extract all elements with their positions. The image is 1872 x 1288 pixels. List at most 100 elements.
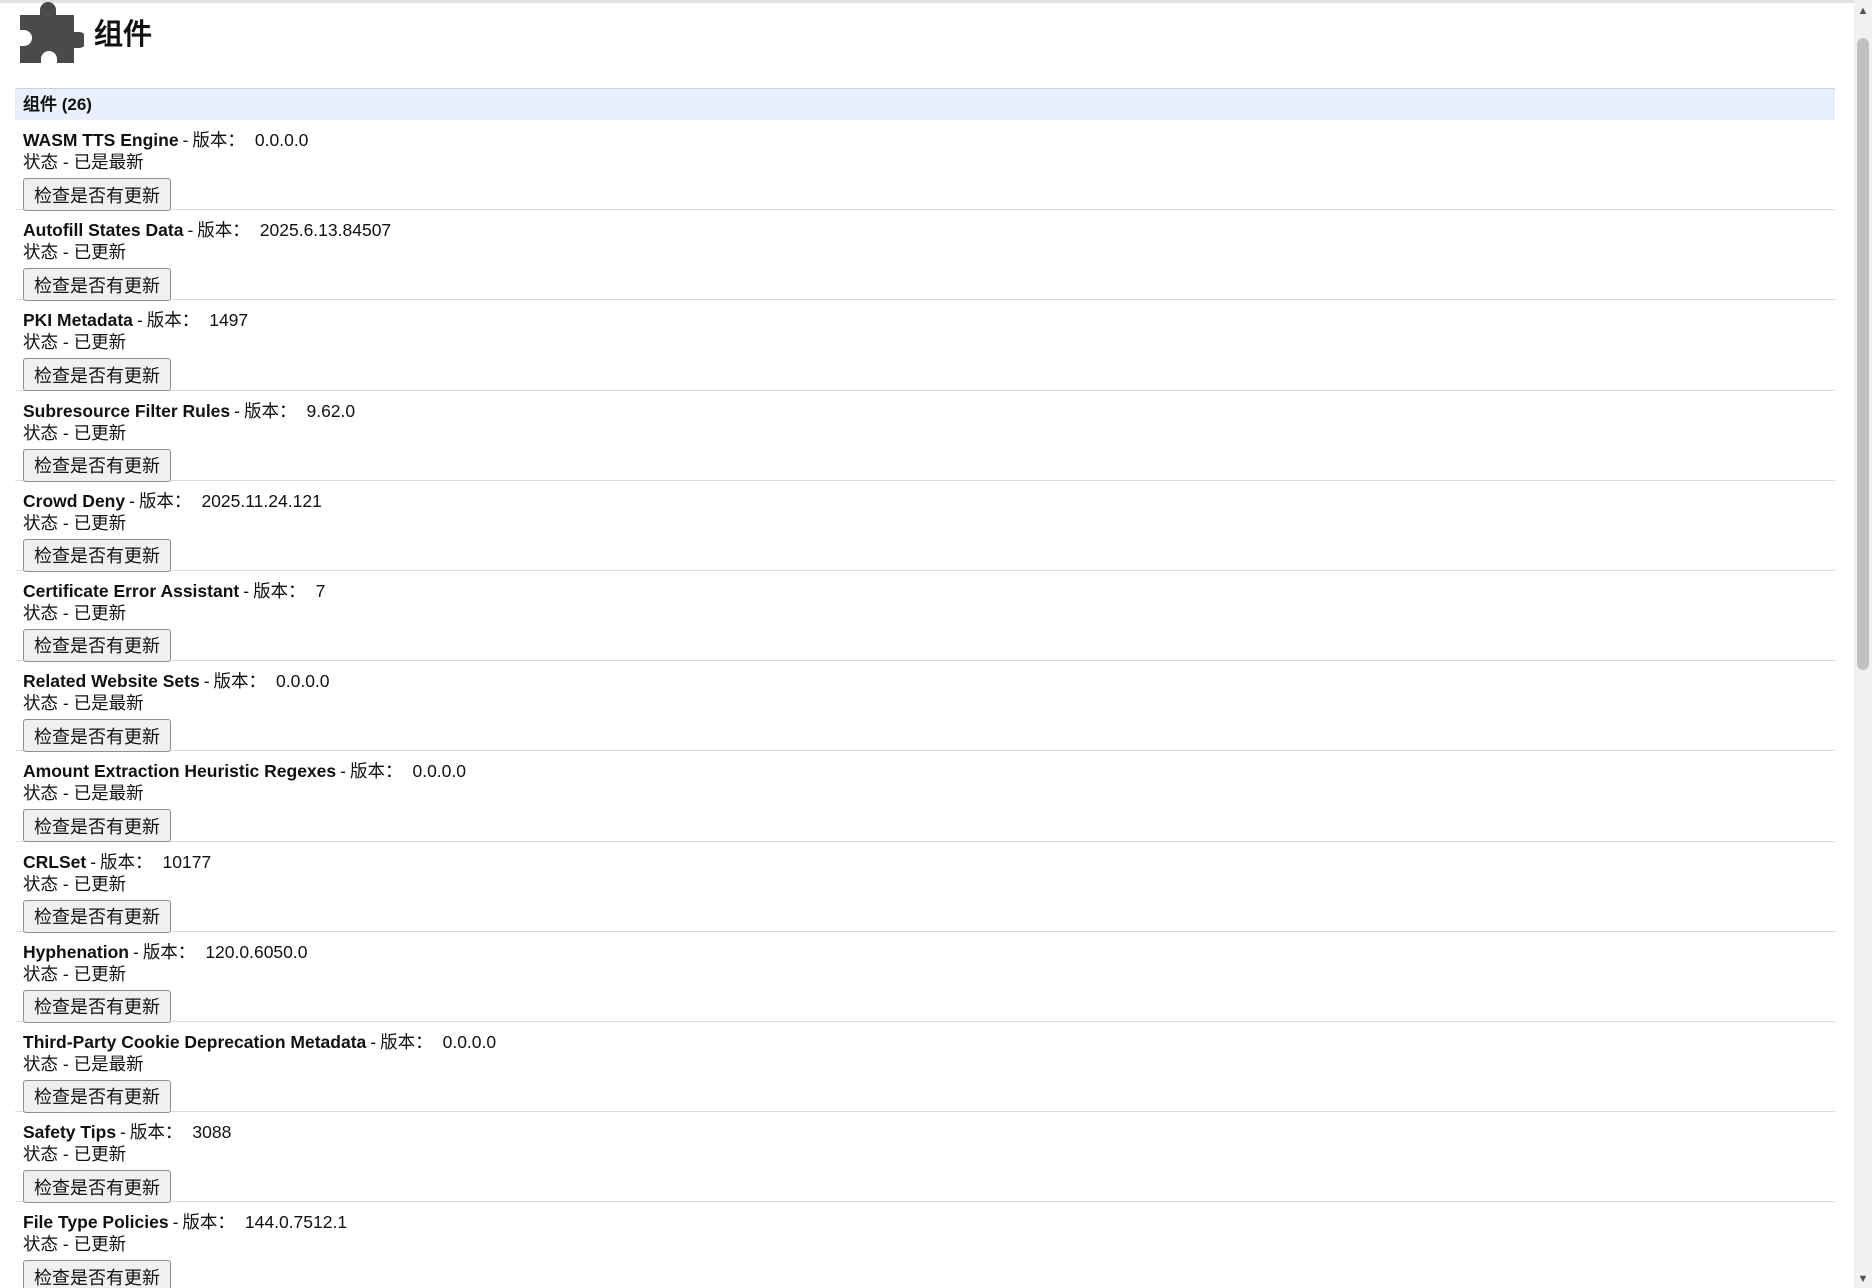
- component-status: 已更新: [73, 332, 127, 353]
- component-title-line: PKI Metadata - 版本： 1497: [23, 309, 1835, 331]
- status-prefix: 状态 -: [23, 1053, 69, 1074]
- component-title-line: WASM TTS Engine - 版本： 0.0.0.0: [23, 129, 1835, 151]
- component-name: Related Website Sets: [23, 671, 200, 692]
- component-title-line: Certificate Error Assistant - 版本： 7: [23, 580, 1835, 602]
- version-label: 版本：: [182, 1212, 235, 1233]
- version-label: 版本：: [197, 220, 250, 241]
- component-version: 0.0.0.0: [442, 1031, 497, 1052]
- component-status-line: 状态 - 已是最新: [23, 151, 1835, 174]
- component-name: Amount Extraction Heuristic Regexes: [23, 761, 337, 782]
- component-version: 0.0.0.0: [276, 671, 330, 692]
- component-title-line: Safety Tips - 版本： 3088: [23, 1121, 1835, 1143]
- component-name: WASM TTS Engine: [23, 130, 179, 150]
- component-version: 144.0.7512.1: [244, 1212, 348, 1233]
- component-item: Safety Tips - 版本： 3088 状态 - 已更新 检查是否有更新: [15, 1112, 1835, 1204]
- check-update-button[interactable]: 检查是否有更新: [23, 628, 171, 662]
- component-status: 已是最新: [73, 152, 144, 172]
- version-label: 版本：: [129, 1122, 183, 1143]
- component-item: Subresource Filter Rules - 版本： 9.62.0 状态 - …: [15, 391, 1835, 482]
- component-title-line: Subresource Filter Rules - 版本： 9.62.0: [23, 400, 1835, 422]
- component-item: Certificate Error Assistant - 版本： 7 状态 - 已更…: [15, 571, 1835, 662]
- component-version: 2025.11.24.121: [201, 490, 322, 511]
- check-update-button[interactable]: 检查是否有更新: [23, 268, 171, 302]
- chevron-up-icon[interactable]: ▲: [1854, 2, 1872, 20]
- component-item: Third-Party Cookie Deprecation Metadata -…: [15, 1022, 1835, 1113]
- component-item: Hyphenation - 版本： 120.0.6050.0 状态 - 已更新 检查是…: [15, 932, 1835, 1023]
- chevron-down-icon[interactable]: ▼: [1854, 1270, 1872, 1288]
- status-prefix: 状态 -: [23, 152, 69, 172]
- status-prefix: 状态 -: [23, 1144, 69, 1165]
- component-status-line: 状态 - 已更新: [23, 1143, 1835, 1166]
- component-status: 已更新: [73, 242, 127, 263]
- component-title-line: Related Website Sets - 版本： 0.0.0.0: [23, 670, 1835, 692]
- component-version: 9.62.0: [306, 400, 356, 421]
- check-update-button[interactable]: 检查是否有更新: [23, 1260, 171, 1288]
- component-title-line: Hyphenation - 版本： 120.0.6050.0: [23, 941, 1835, 963]
- component-status: 已更新: [73, 602, 127, 623]
- component-title-line: Crowd Deny - 版本： 2025.11.24.121: [23, 490, 1835, 512]
- component-item: WASM TTS Engine - 版本： 0.0.0.0 状态 - 已是最新 检查是…: [15, 120, 1835, 211]
- component-name: Hyphenation: [23, 941, 129, 962]
- component-item: Amount Extraction Heuristic Regexes - 版本： 0…: [15, 751, 1835, 843]
- status-prefix: 状态 -: [23, 783, 69, 804]
- component-name: Autofill States Data: [23, 220, 184, 241]
- status-prefix: 状态 -: [23, 963, 69, 984]
- check-update-button[interactable]: 检查是否有更新: [23, 809, 171, 843]
- component-status: 已更新: [73, 963, 127, 984]
- component-status-line: 状态 - 已更新: [23, 422, 1835, 445]
- version-label: 版本：: [100, 851, 153, 872]
- status-prefix: 状态 -: [23, 512, 69, 533]
- component-status: 已更新: [73, 1144, 127, 1165]
- check-update-button[interactable]: 检查是否有更新: [23, 178, 171, 211]
- check-update-button[interactable]: 检查是否有更新: [23, 358, 171, 392]
- component-name: File Type Policies: [23, 1212, 169, 1233]
- check-update-button[interactable]: 检查是否有更新: [23, 989, 171, 1023]
- component-version: 1497: [209, 310, 249, 331]
- status-prefix: 状态 -: [23, 602, 69, 623]
- component-status: 已更新: [73, 873, 127, 894]
- version-label: 版本：: [192, 130, 245, 150]
- check-update-button[interactable]: 检查是否有更新: [23, 538, 171, 572]
- status-prefix: 状态 -: [23, 242, 69, 263]
- component-name: PKI Metadata: [23, 310, 133, 331]
- separator: -: [120, 1122, 126, 1143]
- check-update-button[interactable]: 检查是否有更新: [23, 719, 171, 753]
- separator: -: [136, 310, 143, 331]
- version-label: 版本：: [213, 671, 267, 692]
- component-status-line: 状态 - 已更新: [23, 331, 1835, 354]
- separator: -: [187, 220, 194, 241]
- component-status: 已是最新: [73, 783, 144, 804]
- separator: -: [370, 1031, 377, 1052]
- separator: -: [182, 130, 189, 150]
- component-version: 10177: [162, 851, 212, 872]
- check-update-button[interactable]: 检查是否有更新: [23, 1079, 171, 1113]
- component-status-line: 状态 - 已更新: [23, 602, 1835, 625]
- check-update-button[interactable]: 检查是否有更新: [23, 448, 171, 482]
- component-version: 0.0.0.0: [412, 761, 466, 782]
- vertical-scrollbar[interactable]: ▲ ▼: [1854, 0, 1872, 1288]
- check-update-button[interactable]: 检查是否有更新: [23, 899, 171, 933]
- component-version: 2025.6.13.84507: [259, 220, 392, 241]
- component-status-line: 状态 - 已是最新: [23, 1053, 1835, 1076]
- page-header: 组件: [18, 1, 152, 65]
- scrollbar-thumb[interactable]: [1857, 38, 1869, 670]
- component-status: 已更新: [73, 422, 127, 443]
- component-title-line: CRLSet - 版本： 10177: [23, 851, 1835, 873]
- check-update-button[interactable]: 检查是否有更新: [23, 1170, 171, 1204]
- component-title-line: Autofill States Data - 版本： 2025.6.13.84507: [23, 219, 1835, 241]
- component-status-line: 状态 - 已更新: [23, 963, 1835, 986]
- component-status-line: 状态 - 已更新: [23, 1233, 1835, 1256]
- component-name: Safety Tips: [23, 1122, 117, 1143]
- component-item: Crowd Deny - 版本： 2025.11.24.121 状态 - 已更新 检查…: [15, 481, 1835, 572]
- component-name: Third-Party Cookie Deprecation Metadata: [23, 1031, 367, 1052]
- separator: -: [203, 671, 210, 692]
- component-version: 0.0.0.0: [254, 130, 309, 150]
- component-status-line: 状态 - 已是最新: [23, 692, 1835, 715]
- component-status: 已更新: [73, 512, 127, 533]
- component-status-line: 状态 - 已更新: [23, 512, 1835, 535]
- component-title-line: File Type Policies - 版本： 144.0.7512.1: [23, 1211, 1835, 1233]
- component-item: Autofill States Data - 版本： 2025.6.13.84507 …: [15, 210, 1835, 302]
- component-status: 已是最新: [73, 693, 144, 714]
- component-status: 已更新: [73, 1234, 127, 1255]
- component-name: Subresource Filter Rules: [23, 400, 231, 421]
